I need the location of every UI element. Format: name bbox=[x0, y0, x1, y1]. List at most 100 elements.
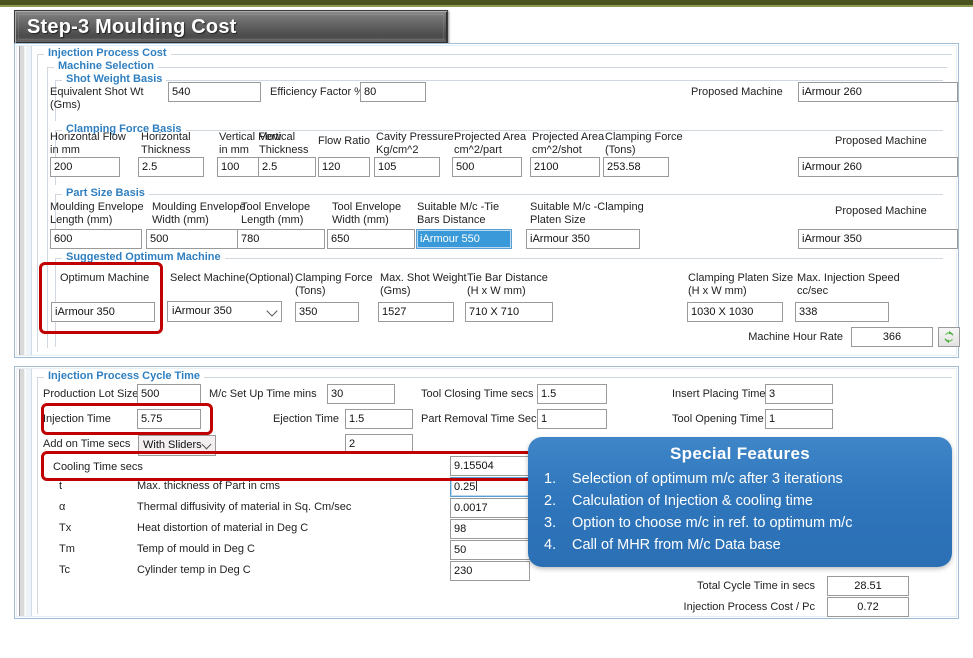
tie-bar-distance-label: Tie Bar Distance (H x W mm) bbox=[467, 272, 548, 297]
param-symbol-2: Tx bbox=[59, 522, 72, 534]
list-item-number: 1. bbox=[544, 471, 557, 487]
group-title-suggested-optimum-machine: Suggested Optimum Machine bbox=[62, 251, 225, 263]
page-title-banner: Step-3 Moulding Cost bbox=[14, 10, 448, 44]
insert-placing-time-input[interactable]: 3 bbox=[765, 384, 833, 404]
param-input-4[interactable]: 230 bbox=[450, 561, 530, 581]
part-size-input-5[interactable]: iArmour 350 bbox=[526, 229, 640, 249]
param-description-0: Max. thickness of Part in cms bbox=[137, 480, 281, 492]
proposed-machine-input-part-size[interactable]: iArmour 350 bbox=[798, 229, 958, 249]
optimum-clamping-force-input[interactable]: 350 bbox=[295, 302, 359, 322]
list-item-text: Option to choose m/c in ref. to optimum … bbox=[572, 515, 853, 531]
clamping-input-8[interactable]: 253.58 bbox=[603, 157, 669, 177]
special-features-list: 1. Selection of optimum m/c after 3 iter… bbox=[528, 468, 952, 556]
part-size-input-1[interactable]: 500 bbox=[146, 229, 238, 249]
clamping-label-1: Horizontal Thickness bbox=[141, 131, 191, 156]
clamping-input-0[interactable]: 200 bbox=[50, 157, 120, 177]
list-item-text: Call of MHR from M/c Data base bbox=[572, 537, 781, 553]
clamping-input-3[interactable]: 2.5 bbox=[258, 157, 316, 177]
tie-bar-distance-input[interactable]: 710 X 710 bbox=[465, 302, 553, 322]
tool-closing-time-input[interactable]: 1.5 bbox=[537, 384, 607, 404]
machine-hour-rate-input[interactable]: 366 bbox=[851, 327, 933, 347]
param-symbol-0: t bbox=[59, 480, 63, 492]
mc-setup-time-input[interactable]: 30 bbox=[327, 384, 395, 404]
param-description-2: Heat distortion of material in Deg C bbox=[137, 522, 309, 534]
list-item: 2. Calculation of Injection & cooling ti… bbox=[544, 490, 942, 512]
param-input-0[interactable]: 0.25 bbox=[450, 477, 530, 497]
panel-gutter bbox=[26, 46, 32, 355]
group-border-left bbox=[47, 67, 48, 348]
injection-process-cost-label: Injection Process Cost / Pc bbox=[683, 601, 815, 613]
max-injection-speed-label: Max. Injection Speed cc/sec bbox=[797, 272, 900, 297]
param-symbol-4: Tc bbox=[59, 564, 70, 576]
part-removal-time-input[interactable]: 1 bbox=[537, 409, 607, 429]
group-title-injection-process-cost: Injection Process Cost bbox=[44, 47, 171, 59]
clamping-label-6: Projected Area cm^2/part bbox=[454, 131, 527, 156]
clamping-platen-size-input[interactable]: 1030 X 1030 bbox=[687, 302, 783, 322]
special-features-title: Special Features bbox=[670, 444, 810, 463]
add-on-time-label: Add on Time secs bbox=[43, 438, 131, 450]
part-removal-time-label: Part Removal Time Secs bbox=[421, 413, 543, 425]
param-description-3: Temp of mould in Deg C bbox=[137, 543, 255, 555]
proposed-machine-label-part-size: Proposed Machine bbox=[835, 205, 927, 217]
ejection-time-input[interactable]: 1.5 bbox=[345, 409, 413, 429]
tool-closing-time-label: Tool Closing Time secs bbox=[421, 388, 534, 400]
clamping-input-5[interactable]: 105 bbox=[374, 157, 440, 177]
clamping-input-6[interactable]: 500 bbox=[452, 157, 522, 177]
part-size-label-5: Suitable M/c -Clamping Platen Size bbox=[530, 201, 644, 226]
max-injection-speed-input[interactable]: 338 bbox=[795, 302, 889, 322]
clamping-label-8: Clamping Force (Tons) bbox=[605, 131, 683, 156]
app-screenshot: Step-3 Moulding Cost Injection Process C… bbox=[0, 0, 973, 658]
part-size-label-1: Moulding Envelope Width (mm) bbox=[152, 201, 246, 226]
max-shot-weight-label: Max. Shot Weight (Gms) bbox=[380, 272, 467, 297]
injection-time-input[interactable]: 5.75 bbox=[137, 409, 201, 429]
select-machine-dropdown-value: iArmour 350 bbox=[172, 305, 232, 317]
list-item-number: 2. bbox=[544, 493, 557, 509]
list-item-text: Calculation of Injection & cooling time bbox=[572, 493, 813, 509]
machine-hour-rate-refresh-button[interactable] bbox=[938, 327, 960, 347]
equivalent-shot-wt-input[interactable]: 540 bbox=[168, 82, 261, 102]
add-on-time-input[interactable]: 2 bbox=[345, 434, 413, 454]
max-shot-weight-input[interactable]: 1527 bbox=[378, 302, 454, 322]
clamping-input-7[interactable]: 2100 bbox=[530, 157, 600, 177]
tool-opening-time-input[interactable]: 1 bbox=[765, 409, 833, 429]
machine-selection-panel: Injection Process Cost Machine Selection… bbox=[14, 43, 960, 358]
list-item-number: 3. bbox=[544, 515, 557, 531]
clamping-label-4: Flow Ratio bbox=[318, 135, 370, 147]
part-size-input-4[interactable]: iArmour 550 bbox=[416, 229, 512, 249]
list-item-text: Selection of optimum m/c after 3 iterati… bbox=[572, 471, 843, 487]
clamping-input-1[interactable]: 2.5 bbox=[138, 157, 204, 177]
ejection-time-label: Ejection Time bbox=[272, 413, 339, 425]
list-item: 4. Call of MHR from M/c Data base bbox=[544, 534, 942, 556]
panel-scroll-strip[interactable] bbox=[19, 369, 25, 616]
part-size-input-0[interactable]: 600 bbox=[50, 229, 142, 249]
group-border-top bbox=[55, 194, 943, 195]
select-machine-label: Select Machine(Optional) bbox=[170, 272, 294, 284]
machine-hour-rate-label: Machine Hour Rate bbox=[748, 331, 843, 343]
refresh-icon bbox=[944, 330, 954, 344]
injection-process-cost-value: 0.72 bbox=[827, 597, 909, 617]
clamping-platen-size-label: Clamping Platen Size (H x W mm) bbox=[688, 272, 794, 297]
optimum-machine-input[interactable]: iArmour 350 bbox=[51, 302, 155, 322]
param-symbol-3: Tm bbox=[59, 543, 75, 555]
part-size-input-3[interactable]: 650 bbox=[327, 229, 415, 249]
part-size-label-2: Tool Envelope Length (mm) bbox=[241, 201, 311, 226]
param-input-3[interactable]: 50 bbox=[450, 540, 530, 560]
param-input-1[interactable]: 0.0017 bbox=[450, 498, 530, 518]
production-lot-size-input[interactable]: 500 bbox=[137, 384, 201, 404]
add-on-time-dropdown[interactable]: With Sliders bbox=[138, 435, 216, 456]
proposed-machine-input-clamping[interactable]: iArmour 260 bbox=[798, 157, 958, 177]
group-title-machine-selection: Machine Selection bbox=[54, 60, 158, 72]
optimum-machine-label: Optimum Machine bbox=[60, 272, 150, 284]
proposed-machine-input-shot-weight[interactable]: iArmour 260 bbox=[798, 82, 958, 102]
part-size-input-2[interactable]: 780 bbox=[237, 229, 325, 249]
optimum-clamping-force-label: Clamping Force (Tons) bbox=[295, 272, 373, 297]
panel-gutter bbox=[26, 369, 32, 616]
efficiency-factor-input[interactable]: 80 bbox=[360, 82, 426, 102]
cooling-time-input[interactable]: 9.15504 bbox=[450, 456, 530, 476]
select-machine-dropdown[interactable]: iArmour 350 bbox=[167, 301, 282, 322]
param-input-2[interactable]: 98 bbox=[450, 519, 530, 539]
group-border-top bbox=[55, 80, 943, 81]
part-size-label-4: Suitable M/c -Tie Bars Distance bbox=[417, 201, 500, 226]
clamping-input-4[interactable]: 120 bbox=[318, 157, 370, 177]
panel-scroll-strip[interactable] bbox=[19, 46, 25, 355]
